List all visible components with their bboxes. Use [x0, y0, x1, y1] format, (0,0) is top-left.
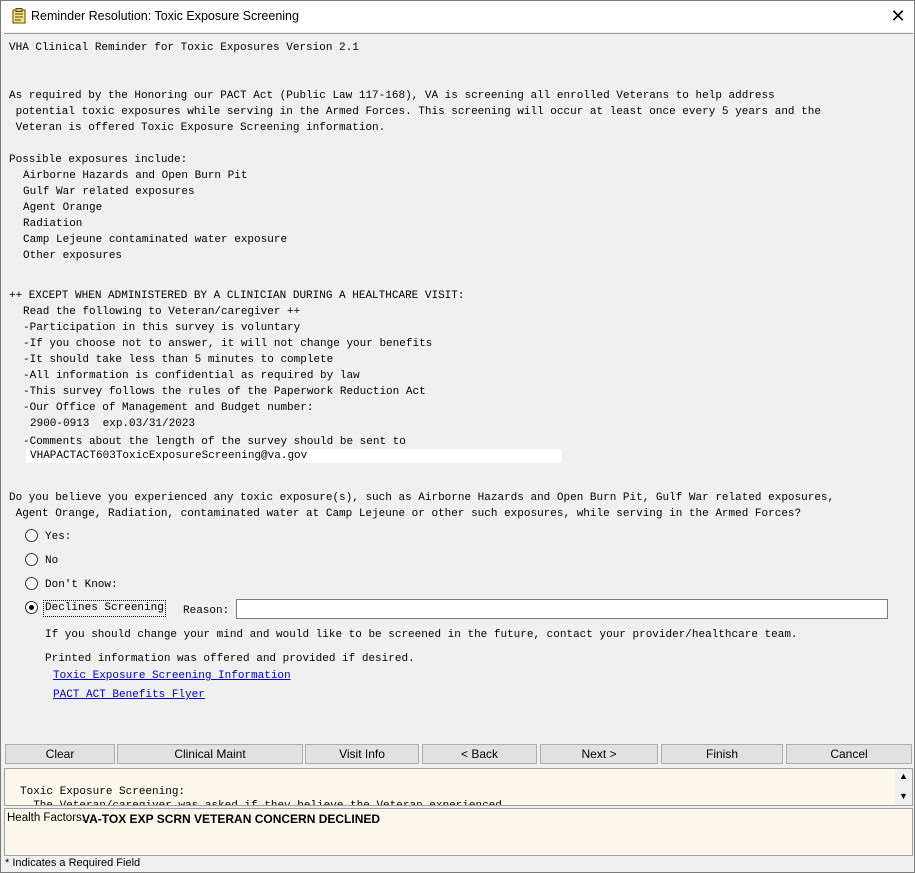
- health-factors-label: Health Factors:: [7, 812, 85, 824]
- declines-screening-radio[interactable]: [25, 601, 38, 614]
- declines-screening-label[interactable]: Declines Screening: [43, 600, 166, 617]
- cancel-button[interactable]: Cancel: [786, 744, 912, 764]
- preview-scrollbar[interactable]: ▲ ▼: [895, 769, 912, 805]
- close-icon: ✕: [890, 6, 906, 26]
- preview-line-2: The Veteran/caregiver was asked if they …: [20, 800, 502, 806]
- question-line-2: Agent Orange, Radiation, contaminated wa…: [9, 508, 802, 520]
- notice-item: -If you choose not to answer, it will no…: [23, 338, 433, 350]
- scroll-down-icon[interactable]: ▼: [899, 791, 908, 801]
- dialog-content: VHA Clinical Reminder for Toxic Exposure…: [4, 33, 913, 740]
- button-bar: Clear Clinical Maint Visit Info < Back N…: [4, 744, 913, 766]
- back-button[interactable]: < Back: [422, 744, 537, 764]
- exposures-heading: Possible exposures include:: [9, 154, 188, 166]
- health-factors-value: VA-TOX EXP SCRN VETERAN CONCERN DECLINED: [82, 812, 381, 826]
- intro-line-1: As required by the Honoring our PACT Act…: [9, 90, 775, 102]
- notice-item: -This survey follows the rules of the Pa…: [23, 386, 426, 398]
- question-line-1: Do you believe you experienced any toxic…: [9, 492, 835, 504]
- notice-item: -Participation in this survey is volunta…: [23, 322, 301, 334]
- reminder-notepad-icon: [12, 8, 26, 24]
- except-heading: ++ EXCEPT WHEN ADMINISTERED BY A CLINICI…: [9, 290, 465, 302]
- reason-label: Reason:: [183, 605, 230, 617]
- window-title: Reminder Resolution: Toxic Exposure Scre…: [31, 9, 299, 23]
- finish-button[interactable]: Finish: [661, 744, 783, 764]
- tox-info-link[interactable]: Toxic Exposure Screening Information: [53, 668, 291, 684]
- required-field-note: * Indicates a Required Field: [5, 857, 141, 869]
- exposure-item: Radiation: [23, 218, 83, 230]
- progress-note-preview: Toxic Exposure Screening: The Veteran/ca…: [4, 768, 913, 806]
- yes-radio[interactable]: [25, 529, 38, 542]
- omb-number: 2900-0913 exp.03/31/2023: [30, 418, 196, 430]
- notice-item: -All information is confidential as requ…: [23, 370, 360, 382]
- health-factors-panel: Health Factors: VA-TOX EXP SCRN VETERAN …: [4, 808, 913, 856]
- notice-item: -It should take less than 5 minutes to c…: [23, 354, 334, 366]
- visit-info-button[interactable]: Visit Info: [305, 744, 419, 764]
- notice-item: -Our Office of Management and Budget num…: [23, 402, 314, 414]
- intro-line-3: Veteran is offered Toxic Exposure Screen…: [9, 122, 386, 134]
- change-mind-text: If you should change your mind and would…: [45, 629, 798, 641]
- header-line: VHA Clinical Reminder for Toxic Exposure…: [9, 42, 359, 54]
- dont-know-radio[interactable]: [25, 577, 38, 590]
- reminder-dialog-window: Reminder Resolution: Toxic Exposure Scre…: [0, 0, 915, 873]
- no-radio[interactable]: [25, 553, 38, 566]
- close-button[interactable]: ✕: [882, 1, 914, 32]
- scroll-up-icon[interactable]: ▲: [899, 771, 908, 781]
- read-following: Read the following to Veteran/caregiver …: [23, 306, 301, 318]
- intro-line-2: potential toxic exposures while serving …: [9, 106, 821, 118]
- no-label[interactable]: No: [45, 553, 58, 569]
- pact-flyer-link[interactable]: PACT ACT Benefits Flyer: [53, 687, 205, 703]
- clinical-maint-button[interactable]: Clinical Maint: [117, 744, 303, 764]
- exposure-item: Camp Lejeune contaminated water exposure: [23, 234, 288, 246]
- email-address: VHAPACTACT603ToxicExposureScreening@va.g…: [30, 450, 308, 462]
- clear-button[interactable]: Clear: [5, 744, 115, 764]
- title-bar: Reminder Resolution: Toxic Exposure Scre…: [1, 1, 914, 32]
- exposure-item: Airborne Hazards and Open Burn Pit: [23, 170, 248, 182]
- exposure-item: Other exposures: [23, 250, 123, 262]
- yes-label[interactable]: Yes:: [45, 529, 71, 545]
- exposure-item: Agent Orange: [23, 202, 103, 214]
- dont-know-label[interactable]: Don't Know:: [45, 577, 118, 593]
- exposure-item: Gulf War related exposures: [23, 186, 195, 198]
- printed-info-text: Printed information was offered and prov…: [45, 653, 415, 665]
- next-button[interactable]: Next >: [540, 744, 658, 764]
- reason-input[interactable]: [236, 599, 888, 619]
- status-bar: * Indicates a Required Field: [1, 857, 914, 872]
